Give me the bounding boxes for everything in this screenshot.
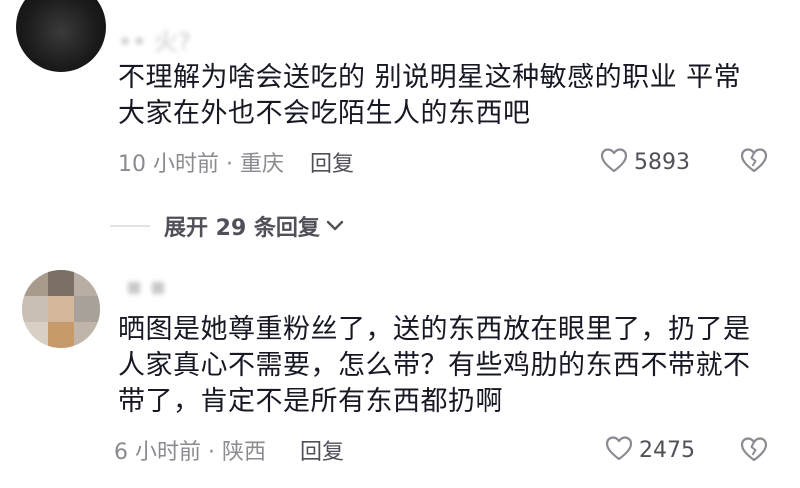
comment-text-line: 不理解为啥会送吃的 别说明星这种敏感的职业 平常 <box>118 62 742 93</box>
like-count: 2475 <box>639 437 695 463</box>
like-button[interactable]: 5893 <box>600 147 690 177</box>
comment-text-line: 人家真心不需要，怎么带？有些鸡肋的东西不带就不 <box>118 350 751 381</box>
broken-heart-icon <box>740 148 768 177</box>
expand-replies-label: 展开 29 条回复 <box>164 216 320 241</box>
broken-heart-icon <box>740 437 768 466</box>
comment-text: 晒图是她尊重粉丝了，送的东西放在眼里了，扔了是 人家真心不需要，怎么带？有些鸡肋… <box>118 312 768 420</box>
heart-outline-icon <box>600 147 628 177</box>
comment-text-line: 晒图是她尊重粉丝了，送的东西放在眼里了，扔了是 <box>118 314 751 345</box>
comment-text-line: 大家在外也不会吃陌生人的东西吧 <box>118 98 531 129</box>
username[interactable]: ▪ ▪ <box>126 272 166 300</box>
heart-outline-icon <box>605 435 633 465</box>
reply-button[interactable]: 回复 <box>300 434 344 466</box>
dislike-button[interactable] <box>740 436 768 466</box>
divider <box>110 225 150 227</box>
comment-time-location: 10 小时前 · 重庆 <box>118 152 284 177</box>
comment-text-line: 带了，肯定不是所有东西都扔啊 <box>118 386 503 417</box>
expand-replies-button[interactable]: 展开 29 条回复 <box>110 210 344 242</box>
comment-time-location: 6 小时前 · 陕西 <box>114 440 266 465</box>
reply-button[interactable]: 回复 <box>310 146 354 178</box>
username[interactable]: •• 火? <box>118 22 191 57</box>
dislike-button[interactable] <box>740 147 768 177</box>
avatar[interactable] <box>22 270 100 348</box>
comment-text: 不理解为啥会送吃的 别说明星这种敏感的职业 平常 大家在外也不会吃陌生人的东西吧 <box>118 60 768 132</box>
chevron-down-icon <box>326 217 344 236</box>
avatar[interactable] <box>16 0 106 72</box>
like-count: 5893 <box>634 149 690 175</box>
like-button[interactable]: 2475 <box>605 435 695 465</box>
